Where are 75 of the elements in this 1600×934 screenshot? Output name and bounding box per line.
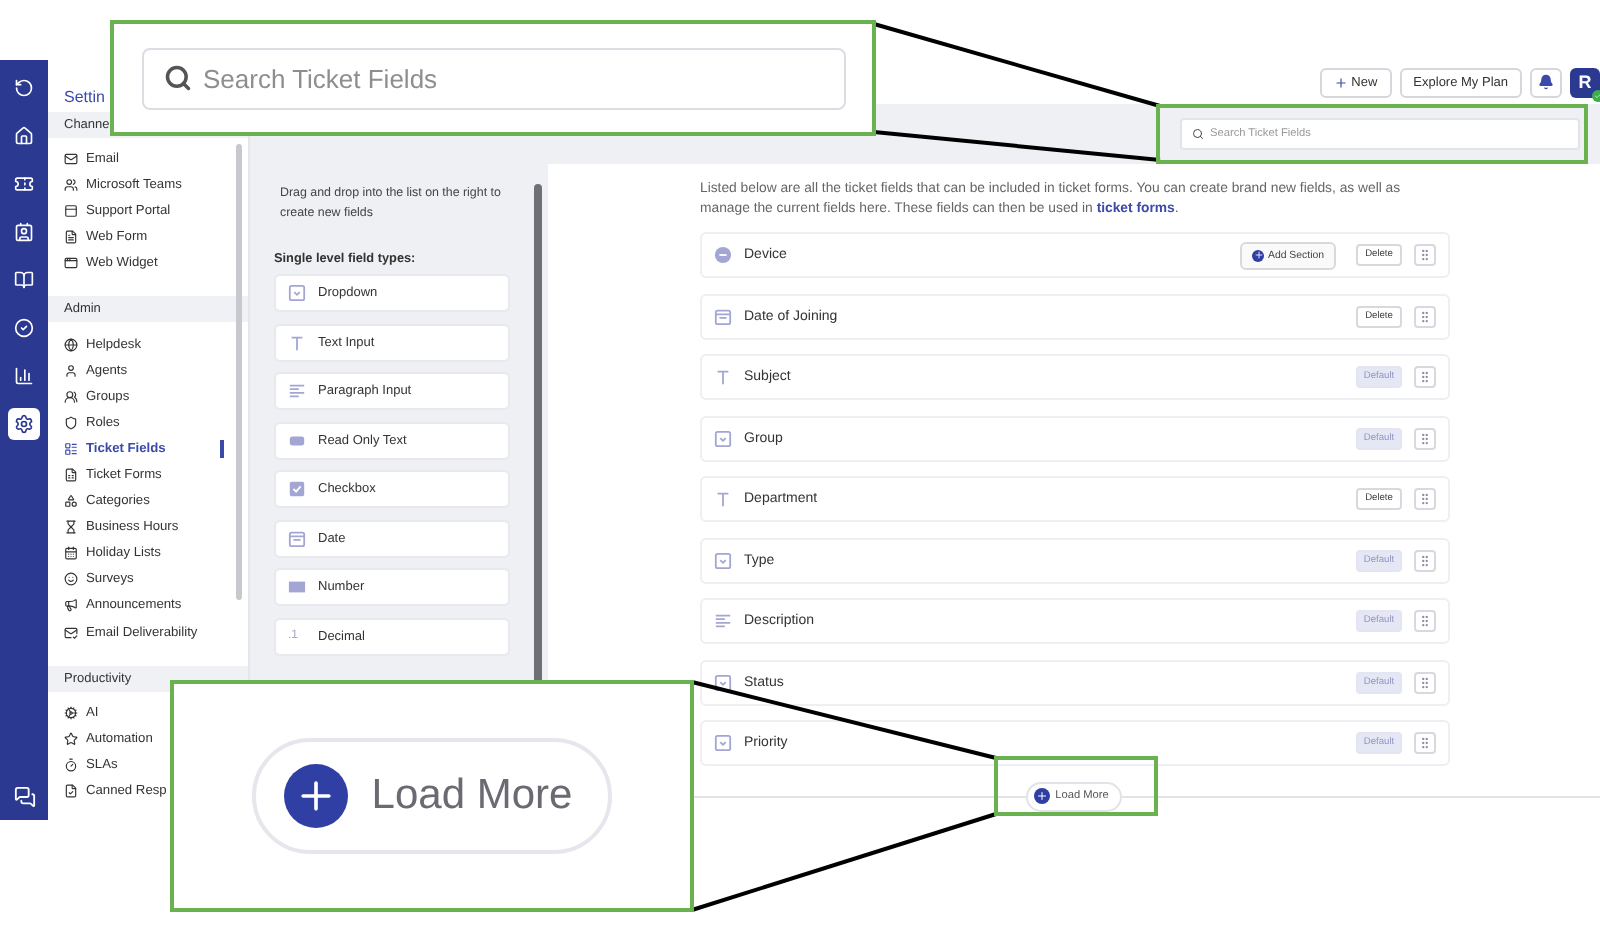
shapes-icon	[64, 494, 78, 509]
grip-icon	[1418, 492, 1432, 506]
hourglass-icon	[64, 520, 78, 535]
field-type-icon	[714, 673, 732, 691]
people-icon	[64, 178, 78, 193]
bell-icon	[1538, 74, 1554, 90]
search-icon	[1192, 128, 1204, 140]
field-type-icon	[714, 429, 732, 447]
drag-handle[interactable]	[1414, 366, 1436, 388]
window-icon	[64, 256, 78, 271]
field-type-icon	[714, 307, 732, 325]
megaphone-icon	[64, 598, 78, 613]
grip-icon	[1418, 736, 1432, 750]
document-icon	[64, 783, 78, 798]
plus-icon	[1033, 788, 1050, 804]
field-type-icon	[714, 246, 732, 264]
chat-icon[interactable]	[13, 786, 35, 808]
drag-handle[interactable]	[1414, 244, 1436, 266]
timer-icon	[64, 757, 78, 772]
load-more-button[interactable]: Load More	[251, 738, 613, 854]
search-icon	[163, 64, 191, 92]
field-type-icon	[714, 734, 732, 752]
drag-handle[interactable]	[1414, 671, 1436, 693]
plus-icon	[1333, 75, 1348, 89]
notifications-button[interactable]	[1530, 67, 1562, 97]
globe-icon	[64, 337, 78, 352]
field-type-icon	[714, 551, 732, 569]
refresh-icon	[14, 78, 34, 98]
drag-handle[interactable]	[1414, 488, 1436, 510]
plus-icon	[1252, 249, 1265, 261]
plus-icon	[283, 764, 348, 828]
field-type-icon	[288, 578, 306, 596]
contact-card-icon	[14, 222, 34, 242]
field-type-icon	[288, 284, 306, 302]
check-circle-icon	[14, 318, 34, 338]
sidebar-title: Settin	[64, 88, 105, 106]
selection-marker	[220, 439, 223, 458]
document-icon	[64, 230, 78, 245]
drag-handle[interactable]	[1414, 610, 1436, 632]
field-type-icon	[288, 382, 306, 400]
scrollbar[interactable]	[236, 144, 242, 600]
mail-icon	[64, 625, 78, 640]
drag-handle[interactable]	[1414, 732, 1436, 754]
field-type-icon	[714, 490, 732, 508]
form-icon	[64, 467, 78, 482]
nav-rail-button[interactable]	[8, 408, 40, 440]
home-icon	[14, 126, 34, 146]
smiley-icon	[64, 572, 78, 587]
field-type-icon	[714, 612, 732, 630]
drag-handle[interactable]	[1414, 549, 1436, 571]
field-type-icon	[288, 431, 306, 449]
bar-chart-icon	[14, 366, 34, 386]
mail-icon	[64, 152, 78, 167]
settings-icon	[14, 414, 34, 434]
list-icon	[64, 441, 78, 456]
drag-handle[interactable]	[1414, 427, 1436, 449]
book-icon	[14, 270, 34, 290]
calendar-icon	[64, 546, 78, 561]
field-type-icon	[288, 333, 306, 351]
window-icon	[64, 204, 78, 219]
field-type-icon	[714, 368, 732, 386]
scrollbar[interactable]	[534, 184, 542, 684]
user-avatar[interactable]: R	[1570, 67, 1600, 97]
shield-icon	[64, 415, 78, 430]
field-type-icon	[288, 480, 306, 498]
ticket-icon	[14, 174, 34, 194]
people-icon	[64, 389, 78, 404]
grip-icon	[1418, 614, 1432, 628]
star-icon	[64, 731, 78, 746]
grip-icon	[1418, 370, 1432, 384]
person-icon	[64, 363, 78, 378]
grip-icon	[1418, 248, 1432, 262]
drag-handle[interactable]	[1414, 305, 1436, 327]
cog-icon	[64, 705, 78, 720]
field-type-icon	[288, 529, 306, 547]
